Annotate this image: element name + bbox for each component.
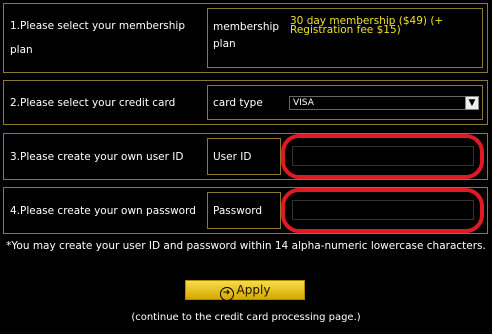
membership-plan-value: 30 day membership ($49) (+ Registration … [290,15,444,36]
continue-note: (continue to the credit card processing … [131,312,361,323]
credit-card-row: 2.Please select your credit card card ty… [3,80,488,125]
password-key-box: Password [207,192,281,229]
apply-button[interactable]: ➜ Apply [185,280,305,301]
membership-plan-box: membership plan 30 day membership ($49) … [207,8,483,68]
password-key: Password [213,204,263,217]
user-id-label: 3.Please create your own user ID [10,150,184,163]
membership-plan-key: membership plan [213,21,280,50]
user-id-highlight [281,134,484,179]
apply-label: Apply [236,283,271,297]
chevron-down-icon[interactable]: ▼ [465,96,479,110]
card-type-key: card type [213,96,263,109]
credit-card-label: 2.Please select your credit card [10,96,176,109]
password-input[interactable] [292,200,474,220]
user-id-key-box: User ID [207,138,281,175]
card-type-box: card type VISA ▼ [207,85,483,120]
circle-arrow-right-icon: ➜ [219,287,234,301]
membership-plan-label: 1.Please select your membership plan [10,20,185,56]
user-id-key: User ID [213,150,252,163]
card-type-selected: VISA [293,98,314,108]
card-type-select[interactable]: VISA ▼ [289,96,479,110]
password-label: 4.Please create your own password [10,204,196,217]
user-id-input[interactable] [292,146,474,166]
user-id-row: 3.Please create your own user ID User ID [3,133,488,180]
password-highlight [281,188,484,233]
password-row: 4.Please create your own password Passwo… [3,187,488,234]
membership-plan-row: 1.Please select your membership plan mem… [3,3,488,73]
credential-rule-note: *You may create your user ID and passwor… [6,240,486,252]
